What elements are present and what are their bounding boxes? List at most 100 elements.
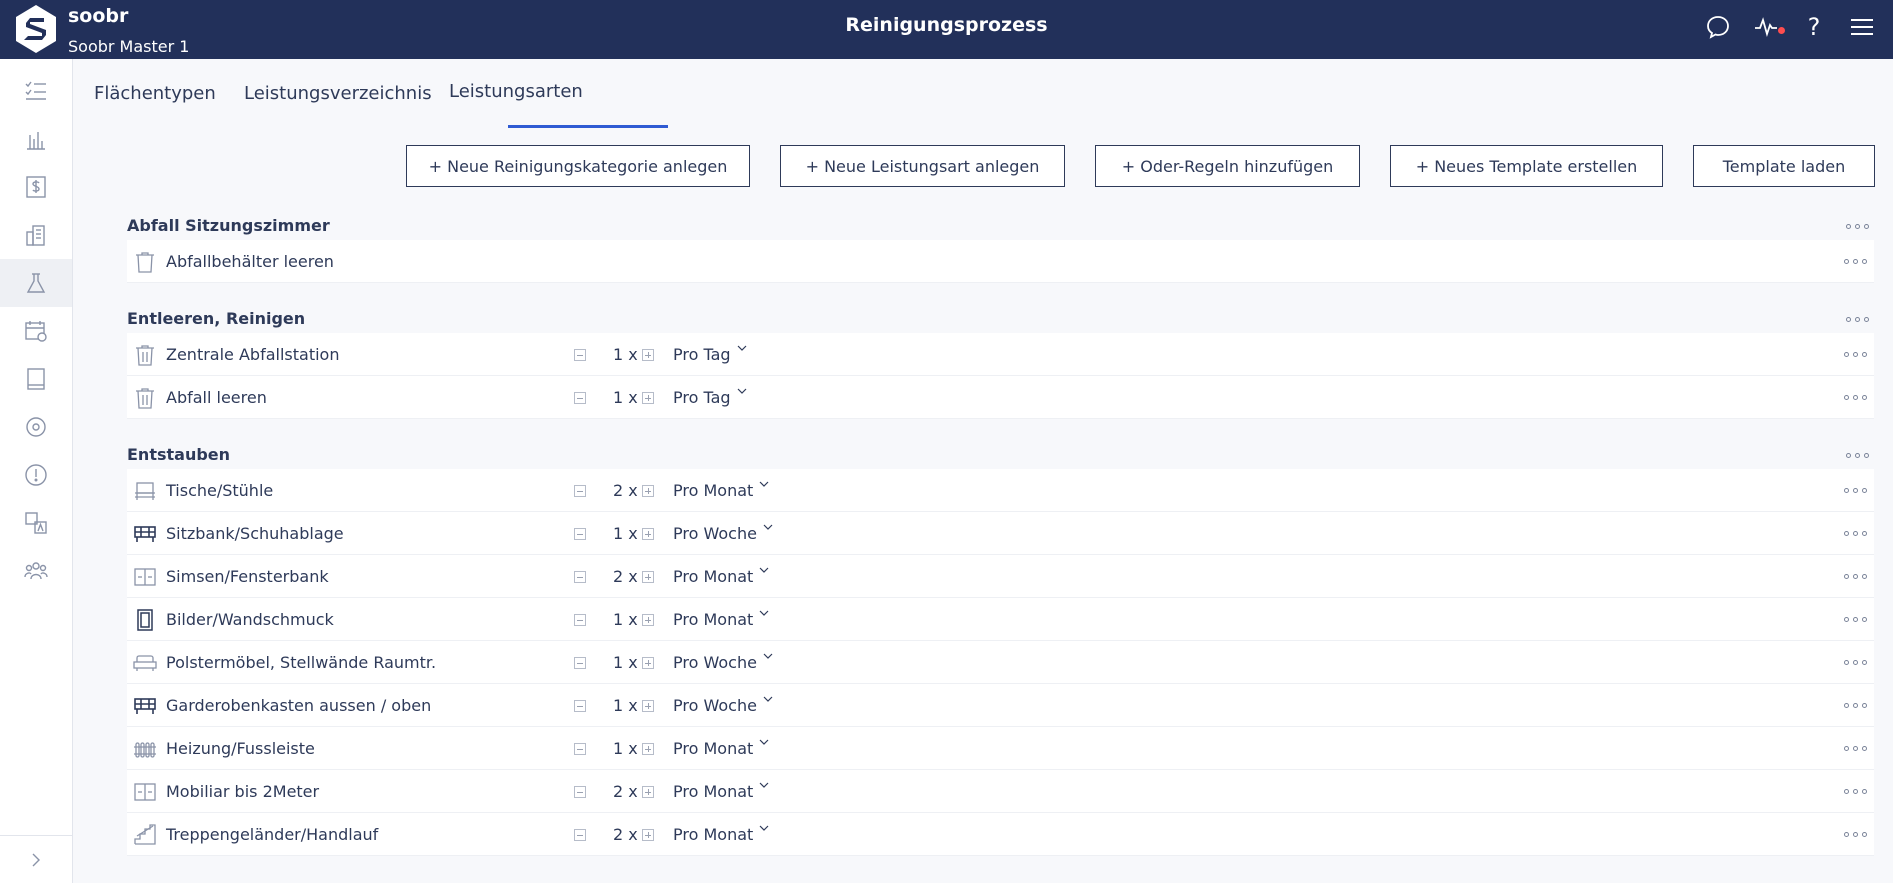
increase-button[interactable] <box>642 786 654 798</box>
tab-leistungsarten[interactable]: Leistungsarten <box>449 81 583 102</box>
activity-icon[interactable] <box>1751 12 1785 42</box>
increase-button[interactable] <box>642 485 654 497</box>
decrease-button[interactable] <box>574 614 586 626</box>
frequency-select[interactable]: Pro Monat <box>673 481 769 500</box>
item-menu-icon[interactable] <box>1844 256 1872 266</box>
page-title: Reinigungsprozess <box>845 14 1048 36</box>
decrease-button[interactable] <box>574 786 586 798</box>
frequency-select[interactable]: Pro Woche <box>673 653 773 672</box>
decrease-button[interactable] <box>574 485 586 497</box>
category-title: Entleeren, Reinigen <box>127 309 306 328</box>
sidebar-item-billing[interactable] <box>0 163 72 211</box>
decrease-button[interactable] <box>574 528 586 540</box>
item-menu-icon[interactable] <box>1844 392 1872 402</box>
checklist-icon <box>25 81 46 100</box>
list-item[interactable]: Abfall leeren 1 x Pro Tag <box>127 376 1874 419</box>
frequency-select[interactable]: Pro Woche <box>673 524 773 543</box>
item-menu-icon[interactable] <box>1844 700 1872 710</box>
new-template-button[interactable]: + Neues Template erstellen <box>1390 145 1663 187</box>
frequency-select[interactable]: Pro Monat <box>673 739 769 758</box>
list-item[interactable]: Tische/Stühle 2 x Pro Monat <box>127 469 1874 512</box>
help-icon[interactable]: ? <box>1799 12 1829 42</box>
list-item[interactable]: Sitzbank/Schuhablage 1 x Pro Woche <box>127 512 1874 555</box>
chat-icon[interactable] <box>1703 12 1733 42</box>
list-item[interactable]: Polstermöbel, Stellwände Raumtr. 1 x Pro… <box>127 641 1874 684</box>
list-item[interactable]: Simsen/Fensterbank 2 x Pro Monat <box>127 555 1874 598</box>
increase-button[interactable] <box>642 743 654 755</box>
frequency-select[interactable]: Pro Monat <box>673 782 769 801</box>
sidebar-item-cleaning-process[interactable] <box>0 259 72 307</box>
sidebar-expand-button[interactable] <box>0 835 72 883</box>
frequency-value: Pro Tag <box>673 345 731 364</box>
tab-flaechentypen[interactable]: Flächentypen <box>94 83 216 104</box>
item-menu-icon[interactable] <box>1844 528 1872 538</box>
quantity-value: 1 x <box>613 524 638 543</box>
sidebar-item-planning[interactable] <box>0 307 72 355</box>
item-menu-icon[interactable] <box>1844 571 1872 581</box>
sidebar-item-tasks[interactable] <box>0 67 72 115</box>
sofa-icon <box>133 655 157 671</box>
item-menu-icon[interactable] <box>1844 485 1872 495</box>
tab-bar: Flächentypen Leistungsverzeichnis Leistu… <box>74 59 1893 129</box>
sidebar-item-incidents[interactable] <box>0 451 72 499</box>
list-item[interactable]: Zentrale Abfallstation 1 x Pro Tag <box>127 333 1874 376</box>
frequency-select[interactable]: Pro Monat <box>673 825 769 844</box>
increase-button[interactable] <box>642 614 654 626</box>
increase-button[interactable] <box>642 829 654 841</box>
decrease-button[interactable] <box>574 392 586 404</box>
sidebar-item-sensors[interactable] <box>0 403 72 451</box>
item-menu-icon[interactable] <box>1844 657 1872 667</box>
list-item[interactable]: Garderobenkasten aussen / oben 1 x Pro W… <box>127 684 1874 727</box>
frequency-select[interactable]: Pro Tag <box>673 388 747 407</box>
list-item[interactable]: Bilder/Wandschmuck 1 x Pro Monat <box>127 598 1874 641</box>
chevron-down-icon <box>759 610 769 616</box>
frequency-select[interactable]: Pro Woche <box>673 696 773 715</box>
item-menu-icon[interactable] <box>1844 349 1872 359</box>
item-menu-icon[interactable] <box>1844 743 1872 753</box>
list-item[interactable]: Treppengeländer/Handlauf 2 x Pro Monat <box>127 813 1874 856</box>
decrease-button[interactable] <box>574 571 586 583</box>
sidebar-item-team[interactable] <box>0 547 72 595</box>
item-menu-icon[interactable] <box>1844 614 1872 624</box>
decrease-button[interactable] <box>574 829 586 841</box>
decrease-button[interactable] <box>574 700 586 712</box>
load-template-button[interactable]: Template laden <box>1693 145 1875 187</box>
item-label: Garderobenkasten aussen / oben <box>166 696 432 715</box>
new-service-type-button[interactable]: + Neue Leistungsart anlegen <box>780 145 1065 187</box>
increase-button[interactable] <box>642 392 654 404</box>
trash-icon <box>136 388 154 409</box>
list-item[interactable]: Abfallbehälter leeren <box>127 240 1874 283</box>
chevron-down-icon <box>759 782 769 788</box>
category-menu-icon[interactable] <box>1846 314 1874 324</box>
item-menu-icon[interactable] <box>1844 829 1872 839</box>
decrease-button[interactable] <box>574 657 586 669</box>
category-menu-icon[interactable] <box>1846 450 1874 460</box>
frequency-value: Pro Monat <box>673 610 754 629</box>
sidebar-item-translations[interactable] <box>0 499 72 547</box>
increase-button[interactable] <box>642 571 654 583</box>
frequency-value: Pro Monat <box>673 481 754 500</box>
increase-button[interactable] <box>642 349 654 361</box>
increase-button[interactable] <box>642 528 654 540</box>
category-menu-icon[interactable] <box>1846 221 1874 231</box>
bench-icon <box>134 698 156 714</box>
sidebar-item-reports[interactable] <box>0 115 72 163</box>
list-item[interactable]: Mobiliar bis 2Meter 2 x Pro Monat <box>127 770 1874 813</box>
decrease-button[interactable] <box>574 743 586 755</box>
list-item[interactable]: Heizung/Fussleiste 1 x Pro Monat <box>127 727 1874 770</box>
frequency-select[interactable]: Pro Tag <box>673 345 747 364</box>
tab-leistungsverzeichnis[interactable]: Leistungsverzeichnis <box>244 83 432 104</box>
menu-icon[interactable] <box>1847 12 1877 42</box>
increase-button[interactable] <box>642 700 654 712</box>
item-menu-icon[interactable] <box>1844 786 1872 796</box>
frequency-select[interactable]: Pro Monat <box>673 610 769 629</box>
new-category-button[interactable]: + Neue Reinigungskategorie anlegen <box>406 145 750 187</box>
stairs-icon <box>134 824 156 845</box>
frequency-select[interactable]: Pro Monat <box>673 567 769 586</box>
increase-button[interactable] <box>642 657 654 669</box>
decrease-button[interactable] <box>574 349 586 361</box>
add-or-rules-button[interactable]: + Oder-Regeln hinzufügen <box>1095 145 1360 187</box>
frequency-value: Pro Woche <box>673 696 757 715</box>
sidebar-item-documentation[interactable] <box>0 355 72 403</box>
sidebar-item-buildings[interactable] <box>0 211 72 259</box>
